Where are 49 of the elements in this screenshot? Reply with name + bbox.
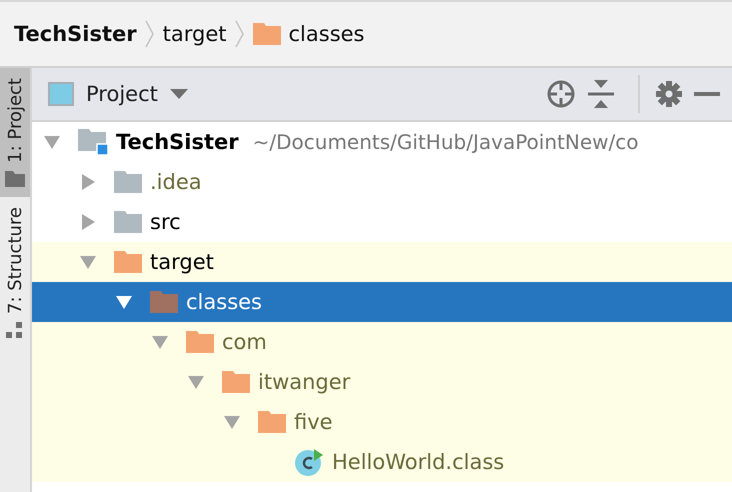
chevron-icon [234,20,244,48]
node-label: five [294,410,333,434]
tree-row[interactable]: target [32,242,732,282]
node-label: com [222,330,267,354]
window-icon [48,82,74,106]
breadcrumb-link[interactable]: target [162,22,226,46]
breadcrumb-link[interactable]: classes [288,22,364,46]
node-label: itwanger [258,370,350,394]
class-icon [294,447,324,477]
node-label: classes [186,290,262,314]
dropdown-caret-icon[interactable] [170,89,188,99]
node-label: target [150,250,214,274]
folder-icon [150,291,178,313]
collapsed-arrow-icon[interactable] [80,174,96,190]
tree-row[interactable]: com [32,322,732,362]
chevron-icon [144,20,155,48]
folder-icon [114,251,142,273]
tree-row[interactable]: classes [32,282,732,322]
folder-icon [114,171,142,193]
settings-icon[interactable] [656,81,682,107]
node-label: HelloWorld.class [332,450,504,474]
tool-window-tab[interactable]: 7: Structure [0,196,30,348]
crosshair-icon[interactable] [546,79,576,109]
expanded-arrow-icon[interactable] [116,294,132,310]
expanded-arrow-icon[interactable] [80,254,96,270]
structure-icon [6,322,24,338]
breadcrumb-link[interactable]: TechSister [14,22,137,46]
expanded-arrow-icon[interactable] [188,374,204,390]
project-path: ~/Documents/GitHub/JavaPointNew/co [252,130,638,154]
expanded-arrow-icon[interactable] [44,134,60,150]
folder-icon [186,331,214,353]
tree-row[interactable]: itwanger [32,362,732,402]
folder-icon [258,411,286,433]
node-label: src [150,210,181,234]
tool-window-tab[interactable]: 1: Project [0,68,30,197]
module-folder-icon [78,129,108,155]
view-selector[interactable]: Project [86,82,158,106]
tree-row[interactable]: HelloWorld.class [32,442,732,482]
folder-icon [5,170,25,187]
folder-icon [252,23,280,45]
expanded-arrow-icon[interactable] [152,334,168,350]
expanded-arrow-icon[interactable] [224,414,240,430]
tree-row[interactable]: five [32,402,732,442]
collapsed-arrow-icon[interactable] [80,214,96,230]
collapse-all-icon[interactable] [588,80,614,108]
node-label: TechSister [116,130,239,154]
folder-icon [114,211,142,233]
node-label: .idea [150,170,202,194]
folder-icon [222,371,250,393]
